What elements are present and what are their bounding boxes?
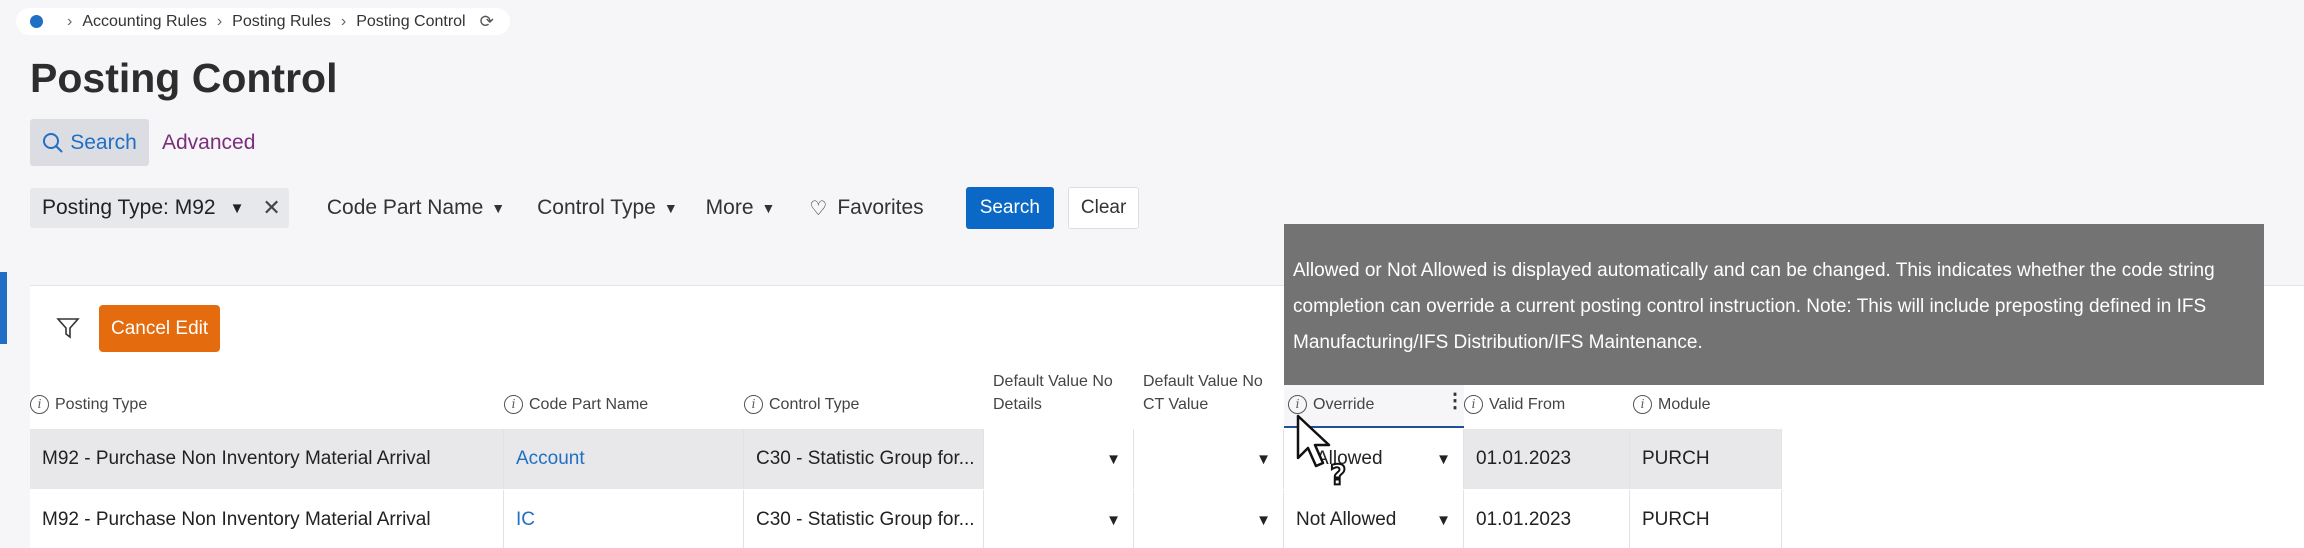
override-select[interactable]: Not Allowed ▼ xyxy=(1284,490,1464,548)
posting-type-chip-label: Posting Type: M92 xyxy=(42,196,216,219)
search-tab-label: Search xyxy=(70,130,137,154)
column-header-default-value-no-details[interactable]: Default Value No Details xyxy=(993,370,1113,432)
help-cursor-icon: ? xyxy=(1296,414,1347,488)
default-value-no-details-select[interactable]: ▼ xyxy=(984,490,1134,548)
more-filter[interactable]: More ▼ xyxy=(706,196,776,220)
page-title: Posting Control xyxy=(30,55,338,101)
caret-down-icon: ▼ xyxy=(1436,511,1451,529)
code-part-name-link[interactable]: IC xyxy=(516,509,535,531)
valid-from-cell[interactable]: 01.01.2023 xyxy=(1464,429,1630,489)
caret-down-icon: ▼ xyxy=(1106,450,1121,468)
info-icon[interactable]: i xyxy=(1288,395,1307,415)
default-value-no-ct-value-select[interactable]: ▼ xyxy=(1134,490,1284,548)
code-part-name-cell[interactable]: Account xyxy=(504,429,744,489)
search-icon xyxy=(43,132,63,153)
caret-down-icon: ▼ xyxy=(761,200,776,216)
code-part-name-filter[interactable]: Code Part Name ▼ xyxy=(327,196,505,220)
chevron-right-icon: › xyxy=(340,12,347,30)
caret-down-icon: ▼ xyxy=(491,200,506,216)
breadcrumb: › Accounting Rules › Posting Rules › Pos… xyxy=(16,8,510,35)
control-type-filter[interactable]: Control Type ▼ xyxy=(537,196,678,220)
column-menu-kebab-icon[interactable]: ⋮ xyxy=(1445,388,1465,413)
info-icon[interactable]: i xyxy=(1464,395,1483,415)
svg-text:?: ? xyxy=(1330,458,1346,488)
favorites-label: Favorites xyxy=(837,196,924,219)
info-icon[interactable]: i xyxy=(744,395,763,415)
code-part-name-filter-label: Code Part Name xyxy=(326,196,484,219)
close-icon[interactable]: ✕ xyxy=(262,195,280,221)
default-value-no-details-select[interactable]: ▼ xyxy=(984,429,1134,489)
code-part-name-cell[interactable]: IC xyxy=(504,490,744,548)
chevron-right-icon: › xyxy=(216,12,223,30)
posting-type-cell: M92 - Purchase Non Inventory Material Ar… xyxy=(30,429,504,489)
caret-down-icon: ▼ xyxy=(1436,450,1451,468)
column-header-default-value-no-ct-value[interactable]: Default Value No CT Value xyxy=(1143,370,1263,432)
home-dot-icon[interactable] xyxy=(30,15,43,28)
favorites-button[interactable]: ♡ Favorites xyxy=(809,196,923,221)
override-tooltip: Allowed or Not Allowed is displayed auto… xyxy=(1284,224,2264,385)
clear-button[interactable]: Clear xyxy=(1067,187,1140,229)
code-part-name-link[interactable]: Account xyxy=(516,448,585,470)
caret-down-icon[interactable]: ▼ xyxy=(230,200,245,217)
caret-down-icon: ▼ xyxy=(1256,511,1271,529)
info-icon[interactable]: i xyxy=(1633,395,1652,415)
override-value: Not Allowed xyxy=(1296,509,1397,530)
control-type-filter-label: Control Type xyxy=(537,196,656,219)
control-type-cell[interactable]: C30 - Statistic Group for... xyxy=(744,490,984,548)
caret-down-icon: ▼ xyxy=(1256,450,1271,468)
breadcrumb-item-posting-rules[interactable]: Posting Rules xyxy=(232,13,331,31)
default-value-no-ct-value-select[interactable]: ▼ xyxy=(1134,429,1284,489)
posting-type-cell: M92 - Purchase Non Inventory Material Ar… xyxy=(30,490,504,548)
module-cell[interactable]: PURCH xyxy=(1630,429,1782,489)
more-filter-label: More xyxy=(705,196,754,219)
chevron-right-icon: › xyxy=(67,12,73,30)
left-accent-bar xyxy=(0,272,7,344)
cancel-edit-button[interactable]: Cancel Edit xyxy=(99,305,221,352)
breadcrumb-item-accounting-rules[interactable]: Accounting Rules xyxy=(82,13,207,31)
heart-icon: ♡ xyxy=(809,197,828,220)
breadcrumb-item-posting-control: Posting Control xyxy=(356,12,466,30)
filter-funnel-icon[interactable] xyxy=(56,316,80,340)
caret-down-icon: ▼ xyxy=(1106,511,1121,529)
info-icon[interactable]: i xyxy=(504,395,523,415)
search-tab[interactable]: Search xyxy=(30,119,149,166)
filter-bar: Posting Type: M92 ▼ ✕ Code Part Name ▼ C… xyxy=(30,187,1140,229)
valid-from-cell[interactable]: 01.01.2023 xyxy=(1464,490,1630,548)
posting-type-filter-chip[interactable]: Posting Type: M92 ▼ ✕ xyxy=(30,188,289,228)
control-type-cell[interactable]: C30 - Statistic Group for... xyxy=(744,429,984,489)
search-button[interactable]: Search xyxy=(965,187,1054,229)
module-cell[interactable]: PURCH xyxy=(1630,490,1782,548)
info-icon[interactable]: i xyxy=(30,395,49,415)
caret-down-icon: ▼ xyxy=(663,200,678,216)
refresh-icon[interactable]: ⟳ xyxy=(480,12,494,32)
advanced-tab[interactable]: Advanced xyxy=(162,131,255,155)
